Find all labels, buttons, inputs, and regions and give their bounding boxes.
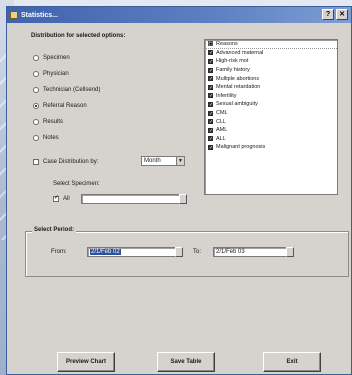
- checkbox-icon[interactable]: ✓: [208, 67, 213, 73]
- from-date-value: 2/1/Feb 02: [90, 249, 121, 255]
- list-item-label: ALL: [216, 135, 226, 142]
- help-button[interactable]: ?: [322, 9, 334, 20]
- option-physician[interactable]: Physician: [33, 71, 69, 77]
- option-referral-reason[interactable]: Referral Reason: [33, 103, 87, 109]
- list-item-label: AML: [216, 127, 228, 134]
- case-distribution-label: Case Distribution by:: [43, 159, 99, 165]
- statistics-dialog: Statistics... ? ✕ Distribution for selec…: [6, 6, 352, 375]
- radio-results[interactable]: [33, 119, 39, 125]
- from-label: From:: [51, 249, 67, 255]
- list-item-label: High-risk mot: [216, 58, 249, 65]
- window-title: Statistics...: [21, 11, 58, 19]
- reasons-header-label: Reasons: [216, 40, 238, 47]
- checkbox-icon[interactable]: ✓: [208, 119, 213, 125]
- list-item-label: Malignant prognosis: [216, 144, 266, 151]
- list-item-label: CLL: [216, 118, 227, 125]
- checkbox-icon[interactable]: ✓: [208, 101, 213, 107]
- list-item-label: Sexual ambiguity: [216, 101, 258, 108]
- to-date-field[interactable]: 2/1/Feb 03: [213, 247, 289, 257]
- checkbox-icon[interactable]: ✓: [208, 58, 213, 64]
- option-notes[interactable]: Notes: [33, 135, 59, 141]
- checkbox-icon[interactable]: ✓: [208, 50, 213, 56]
- checkbox-icon[interactable]: ✓: [208, 127, 213, 133]
- to-calendar-button[interactable]: [286, 247, 294, 257]
- case-distribution-checkbox[interactable]: [33, 159, 39, 165]
- option-label: Specimen: [43, 55, 70, 61]
- exit-label: Exit: [286, 359, 298, 365]
- radio-notes[interactable]: [33, 135, 39, 141]
- list-item[interactable]: ✓ AML: [205, 126, 337, 135]
- checkbox-icon[interactable]: ✓: [208, 76, 213, 82]
- radio-technician[interactable]: [33, 87, 39, 93]
- period-heading: Select Period:: [32, 227, 77, 233]
- list-item-label: CML: [216, 110, 228, 117]
- option-label: Results: [43, 119, 64, 125]
- option-label: Notes: [43, 135, 59, 141]
- option-specimen[interactable]: Specimen: [33, 55, 70, 61]
- option-label: Referral Reason: [43, 103, 87, 109]
- list-item-label: Infertility: [216, 92, 237, 99]
- radio-physician[interactable]: [33, 71, 39, 77]
- list-item[interactable]: ✓ Family history: [205, 66, 337, 75]
- app-icon: [10, 11, 18, 19]
- option-label: Technician (Cellsend): [43, 87, 101, 93]
- save-table-button[interactable]: Save Table: [157, 352, 215, 372]
- list-item[interactable]: ✓ Multiple abortions: [205, 74, 337, 83]
- from-calendar-button[interactable]: [175, 247, 183, 257]
- list-item-label: Advanced maternal: [216, 49, 264, 56]
- list-item[interactable]: ✓ CLL: [205, 117, 337, 126]
- checkbox-icon[interactable]: ✓: [208, 110, 213, 116]
- list-item[interactable]: ✓ Malignant prognosis: [205, 143, 337, 152]
- specimen-field[interactable]: [81, 194, 185, 204]
- list-item-label: Multiple abortions: [216, 75, 260, 82]
- select-specimen-label: Select Specimen:: [53, 181, 100, 187]
- list-item[interactable]: ✓ High-risk mot: [205, 57, 337, 66]
- specimen-picker-button[interactable]: [179, 194, 187, 204]
- close-button[interactable]: ✕: [336, 9, 348, 20]
- chevron-down-icon[interactable]: ▼: [176, 157, 184, 165]
- option-results[interactable]: Results: [33, 119, 63, 125]
- distribution-heading: Distribution for selected options:: [31, 33, 126, 39]
- reasons-list[interactable]: ■ Reasons ✓ Advanced maternal ✓ High-risk …: [204, 39, 338, 195]
- list-item[interactable]: ✓ CML: [205, 109, 337, 118]
- list-item-label: Family history: [216, 67, 250, 74]
- to-date-value: 2/1/Feb 03: [216, 249, 245, 255]
- to-label: To:: [193, 249, 202, 255]
- all-label: All: [63, 196, 70, 202]
- checkbox-icon[interactable]: ✓: [208, 144, 213, 150]
- period-group: Select Period:: [25, 227, 349, 277]
- preview-chart-button[interactable]: Preview Chart: [57, 352, 115, 372]
- radio-referral-reason[interactable]: [33, 103, 39, 109]
- checkbox-icon[interactable]: ✓: [208, 93, 213, 99]
- list-item[interactable]: ✓ Sexual ambiguity: [205, 100, 337, 109]
- checkbox-icon[interactable]: ✓: [208, 136, 213, 142]
- option-technician[interactable]: Technician (Cellsend): [33, 87, 100, 93]
- reasons-header[interactable]: ■ Reasons: [205, 40, 337, 49]
- from-date-field[interactable]: 2/1/Feb 02: [87, 247, 179, 257]
- case-distribution-value: Month: [144, 158, 161, 164]
- all-checkbox[interactable]: [53, 196, 59, 202]
- title-bar[interactable]: Statistics... ? ✕: [7, 7, 351, 23]
- all-specimen-row[interactable]: All: [53, 196, 70, 202]
- case-distribution-select[interactable]: Month ▼: [141, 156, 185, 166]
- radio-specimen[interactable]: [33, 55, 39, 61]
- list-item[interactable]: ✓ Infertility: [205, 92, 337, 101]
- list-item[interactable]: ✓ Advanced maternal: [205, 49, 337, 58]
- list-item[interactable]: ✓ ALL: [205, 135, 337, 144]
- exit-button[interactable]: Exit: [263, 352, 321, 372]
- list-item-label: Mental retardation: [216, 84, 261, 91]
- list-item[interactable]: ✓ Mental retardation: [205, 83, 337, 92]
- save-table-label: Save Table: [170, 359, 202, 365]
- checkbox-icon[interactable]: ✓: [208, 84, 213, 90]
- option-label: Physician: [43, 71, 69, 77]
- case-distribution-row[interactable]: Case Distribution by:: [33, 159, 98, 165]
- preview-chart-label: Preview Chart: [65, 359, 107, 365]
- select-all-checkbox[interactable]: ■: [208, 41, 213, 47]
